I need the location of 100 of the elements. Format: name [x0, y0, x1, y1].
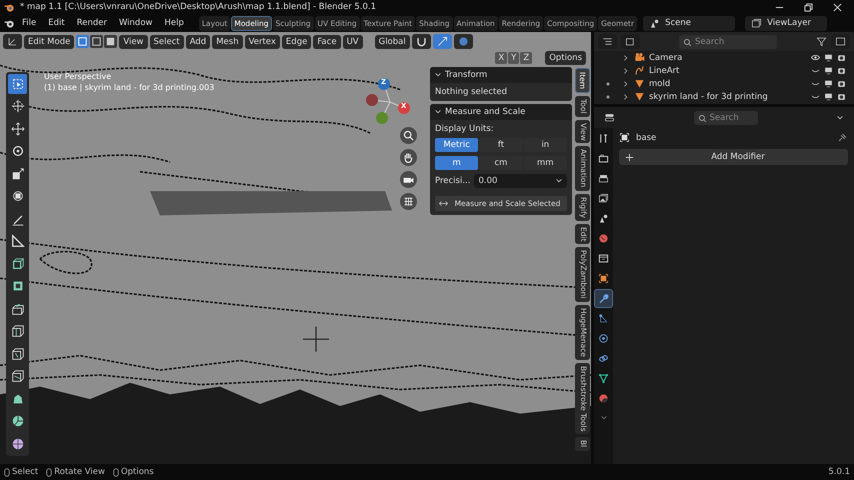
grid-icon[interactable] — [400, 193, 417, 210]
viewport-menu[interactable]: View — [119, 34, 148, 48]
object-name[interactable]: LineArt — [649, 66, 680, 76]
menu-item[interactable]: Edit — [43, 18, 70, 28]
camera-back-icon — [598, 153, 609, 164]
mouse-icon — [46, 468, 52, 476]
monitor-icon[interactable] — [824, 79, 833, 88]
filter-dropdown[interactable] — [621, 34, 640, 49]
viewport-info-text: User Perspective — [44, 72, 112, 81]
field-label: Display Units: — [435, 124, 495, 134]
viewport-menu[interactable]: Edge — [282, 34, 312, 48]
unit-option[interactable]: mm — [524, 156, 567, 170]
viewport-menu[interactable]: Vertex — [244, 34, 280, 48]
box-icon — [598, 253, 609, 264]
scene-selector[interactable]: Scene — [643, 16, 736, 30]
camera-icon[interactable] — [837, 53, 846, 62]
chain-icon — [598, 353, 609, 364]
viewport-info-text: (1) base | skyrim land - for 3d printing.003 — [44, 83, 214, 92]
viewport-menu[interactable]: UV — [342, 34, 363, 48]
face-mode-icon[interactable] — [104, 35, 118, 48]
edge-mode-icon[interactable] — [90, 35, 104, 48]
mouse-icon — [4, 468, 10, 476]
axis-toggle[interactable]: Y — [508, 52, 520, 64]
shaded-sphere-icon — [598, 393, 609, 404]
viewport-menu[interactable]: Mesh — [212, 34, 243, 48]
camera-icon[interactable] — [837, 66, 846, 75]
dashed-square-icon — [10, 76, 24, 91]
editor-type-dropdown[interactable] — [3, 34, 22, 49]
viewport-menu[interactable]: Select — [150, 34, 184, 48]
pie-icon — [10, 414, 24, 428]
snap-toggle[interactable] — [412, 34, 431, 49]
triangle-icon — [634, 78, 645, 89]
display-mode-dropdown[interactable] — [598, 34, 617, 49]
search-field[interactable]: Search — [694, 110, 758, 124]
object-name[interactable]: skyrim land - for 3d printing — [649, 92, 768, 102]
unit-system-option[interactable]: ft — [479, 138, 523, 152]
sphere-icon — [10, 436, 24, 451]
cube-icon — [10, 302, 24, 316]
four-arrows-icon — [10, 122, 24, 136]
menu-item[interactable]: Window — [114, 18, 158, 28]
panel-header[interactable]: Transform — [430, 67, 572, 83]
menu-item[interactable]: File — [17, 18, 42, 28]
gizmo-toggle[interactable] — [432, 34, 452, 49]
orbit-icon — [598, 333, 609, 344]
add-modifier-button[interactable]: Add Modifier — [619, 149, 848, 165]
new-collection-button[interactable] — [831, 34, 850, 49]
viewport-menu[interactable]: Face — [313, 34, 341, 48]
images-icon — [625, 36, 636, 47]
unit-system-option[interactable]: Metric — [435, 138, 478, 152]
shading-button[interactable] — [454, 34, 473, 49]
orientation-dropdown[interactable]: Global — [374, 34, 410, 48]
axis-toggle[interactable]: X — [495, 52, 508, 64]
vertex-mode-icon[interactable] — [76, 35, 90, 48]
unit-system-option[interactable]: in — [524, 138, 567, 152]
rotate-icon — [10, 144, 24, 158]
monitor-icon[interactable] — [824, 66, 833, 75]
field-label: Precisi... — [435, 176, 470, 186]
particles-icon — [598, 313, 609, 324]
unit-option[interactable]: m — [435, 156, 478, 170]
camera-icon[interactable] — [837, 79, 846, 88]
chevron-icon[interactable] — [600, 414, 608, 422]
magnifier-icon[interactable] — [400, 127, 417, 144]
vertex-triangle-icon — [598, 373, 609, 384]
camera-icon[interactable] — [400, 171, 417, 188]
object-name[interactable]: mold — [649, 78, 670, 88]
images-icon — [751, 18, 762, 28]
cube-icon — [10, 369, 24, 384]
eye-icon[interactable] — [811, 53, 820, 62]
object-icon — [598, 273, 609, 284]
camera-icon[interactable] — [837, 92, 846, 101]
plus-icon — [625, 152, 634, 162]
view-layer-selector[interactable]: ViewLayer — [745, 16, 828, 30]
scale-icon — [10, 166, 24, 181]
menu-item[interactable]: Render — [72, 18, 112, 28]
object-icon — [619, 132, 630, 143]
search-icon — [683, 38, 692, 46]
monitor-icon[interactable] — [824, 53, 833, 62]
close-icon[interactable] — [833, 2, 842, 12]
unit-option[interactable]: cm — [479, 156, 523, 170]
precision-dropdown[interactable]: 0.00 — [474, 174, 567, 188]
options-dropdown[interactable]: Options — [545, 51, 586, 65]
menu-item[interactable]: Help — [159, 18, 189, 28]
object-name: base — [636, 132, 656, 142]
axis-toggle[interactable]: Z — [520, 52, 532, 64]
panel-header[interactable]: Measure and Scale — [430, 104, 572, 120]
wrench-icon — [598, 293, 609, 304]
crosshair-icon — [10, 99, 24, 114]
scene-icon — [649, 18, 660, 28]
funnel-icon[interactable] — [816, 36, 827, 47]
ruler-icon — [10, 234, 24, 248]
status-hint: Select — [12, 467, 38, 477]
toggle-icon — [604, 112, 615, 123]
hand-icon[interactable] — [400, 149, 417, 166]
viewport-menu[interactable]: Add — [186, 34, 210, 48]
mode-dropdown[interactable]: Edit Mode — [24, 34, 74, 48]
arrows-icon — [436, 36, 448, 47]
monitor-icon[interactable] — [824, 92, 833, 101]
restore-icon[interactable] — [804, 2, 813, 12]
object-name[interactable]: Camera — [649, 52, 682, 62]
search-field[interactable]: Search — [679, 34, 777, 48]
